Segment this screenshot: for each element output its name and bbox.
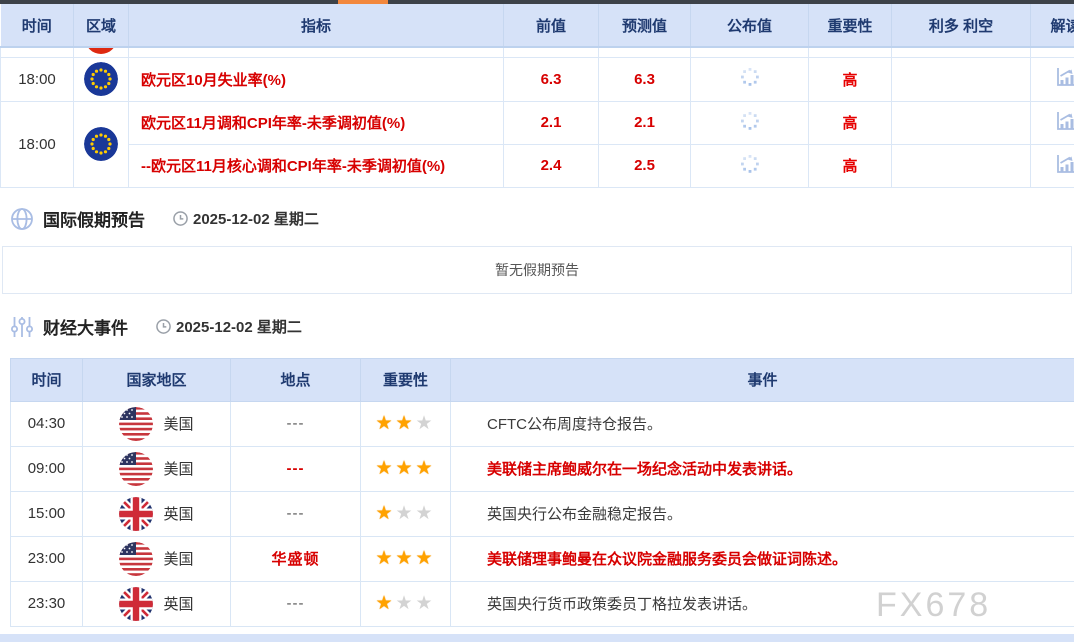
sliders-icon [10,315,34,339]
event-description[interactable]: CFTC公布周度持仓报告。 [451,401,1074,446]
calendar-row-cpi[interactable]: 18:00 欧元区11月调和CPI年率-未季调初值(%) [1,101,1074,144]
event-row[interactable]: 15:00 英国 [11,491,1074,536]
calendar-header-row: 时间 区域 指标 前值 预测值 公布值 重要性 利多 利空 解读 [1,4,1074,47]
chart-interpret-icon[interactable] [1055,66,1074,88]
col-header-bulls-bears: 利多 利空 [892,4,1031,47]
us-flag-icon [119,407,153,441]
event-location: 华盛顿 [231,536,361,581]
bulls-bears-cell [892,57,1031,101]
importance-stars: ★★★ [361,401,451,446]
loading-spinner-icon [741,112,759,130]
holiday-section-header: 国际假期预告 2025-12-02 星期二 [0,206,1074,232]
col-header-indicator: 指标 [129,4,504,47]
event-location: --- [231,581,361,626]
eu-flag-icon [84,127,118,161]
col-header-actual: 公布值 [691,4,809,47]
calendar-row-unemployment[interactable]: 18:00 欧元区10月失业率(%) [1,57,1074,101]
col-header-location: 地点 [231,358,361,401]
col-header-importance: 重要性 [809,4,892,47]
indicator-name[interactable]: 欧元区11月调和CPI年率-未季调初值(%) [129,101,504,144]
economic-calendar-table: 时间 区域 指标 前值 预测值 公布值 重要性 利多 利空 解读 [0,4,1074,188]
event-time: 15:00 [11,491,83,536]
forecast-value: 2.5 [599,144,691,187]
events-header-row: 时间 国家地区 地点 重要性 事件 [11,358,1074,401]
col-header-country: 国家地区 [83,358,231,401]
events-section-header: 财经大事件 2025-12-02 星期二 [0,314,1074,340]
col-header-time: 时间 [1,4,74,47]
event-row[interactable]: 04:30 美国 [11,401,1074,446]
bulls-bears-cell [892,144,1031,187]
country-name: 美国 [163,413,193,434]
loading-spinner-icon [741,68,759,86]
eu-flag-icon [84,62,118,96]
us-flag-icon [119,542,153,576]
previous-value: 6.3 [504,57,599,101]
forecast-value: 2.1 [599,101,691,144]
importance-stars: ★★★ [361,536,451,581]
events-date: 2025-12-02 星期二 [156,316,302,337]
previous-value: 2.4 [504,144,599,187]
chart-interpret-icon[interactable] [1055,110,1074,132]
event-description[interactable]: 美联储主席鲍威尔在一场纪念活动中发表讲话。 [451,446,1074,491]
col-header-forecast: 预测值 [599,4,691,47]
chart-interpret-icon[interactable] [1055,153,1074,175]
event-description[interactable]: 英国央行公布金融稳定报告。 [451,491,1074,536]
event-location: --- [231,491,361,536]
clock-icon [173,211,188,226]
importance-level: 高 [809,57,892,101]
event-row[interactable]: 23:00 美国 [11,536,1074,581]
holiday-section-title: 国际假期预告 [43,206,145,231]
financial-calendar-page: 时间 区域 指标 前值 预测值 公布值 重要性 利多 利空 解读 [0,0,1074,642]
event-location: --- [231,401,361,446]
event-time: 18:00 [1,57,74,101]
importance-stars: ★★★ [361,491,451,536]
globe-icon [10,207,34,231]
country-name: 美国 [163,458,193,479]
importance-stars: ★★★ [361,581,451,626]
cut-off-flag-icon [85,47,117,54]
bulls-bears-cell [892,101,1031,144]
importance-level: 高 [809,144,892,187]
event-time: 18:00 [1,101,74,187]
col-header-event: 事件 [451,358,1074,401]
us-flag-icon [119,452,153,486]
event-time: 23:30 [11,581,83,626]
event-location: --- [231,446,361,491]
event-row[interactable]: 09:00 美国 [11,446,1074,491]
clock-icon [156,319,171,334]
top-nav-bar [0,0,1074,4]
calendar-row-core-cpi[interactable]: --欧元区11月核心调和CPI年率-未季调初值(%) 2.4 2.5 高 [1,144,1074,187]
col-header-interpret: 解读 [1031,4,1074,47]
indicator-name[interactable]: 欧元区10月失业率(%) [129,57,504,101]
country-name: 美国 [163,548,193,569]
events-section-title: 财经大事件 [43,314,128,339]
col-header-region: 区域 [74,4,129,47]
col-header-time: 时间 [11,358,83,401]
event-time: 04:30 [11,401,83,446]
holiday-date: 2025-12-02 星期二 [173,208,319,229]
importance-stars: ★★★ [361,446,451,491]
loading-spinner-icon [741,155,759,173]
uk-flag-icon [119,497,153,531]
forecast-value: 6.3 [599,57,691,101]
country-name: 英国 [163,593,193,614]
event-description[interactable]: 美联储理事鲍曼在众议院金融服务委员会做证词陈述。 [451,536,1074,581]
event-time: 09:00 [11,446,83,491]
event-time: 23:00 [11,536,83,581]
importance-level: 高 [809,101,892,144]
country-name: 英国 [163,503,193,524]
holiday-empty-message: 暂无假期预告 [495,260,579,280]
active-tab-indicator [338,0,388,4]
partially-scrolled-row [1,47,1074,57]
previous-value: 2.1 [504,101,599,144]
uk-flag-icon [119,587,153,621]
col-header-importance: 重要性 [361,358,451,401]
col-header-previous: 前值 [504,4,599,47]
fx678-watermark: FX678 [876,586,991,625]
indicator-name[interactable]: --欧元区11月核心调和CPI年率-未季调初值(%) [129,144,504,187]
holiday-empty-box: 暂无假期预告 [2,246,1072,294]
next-section-header-sliver [0,634,1074,642]
